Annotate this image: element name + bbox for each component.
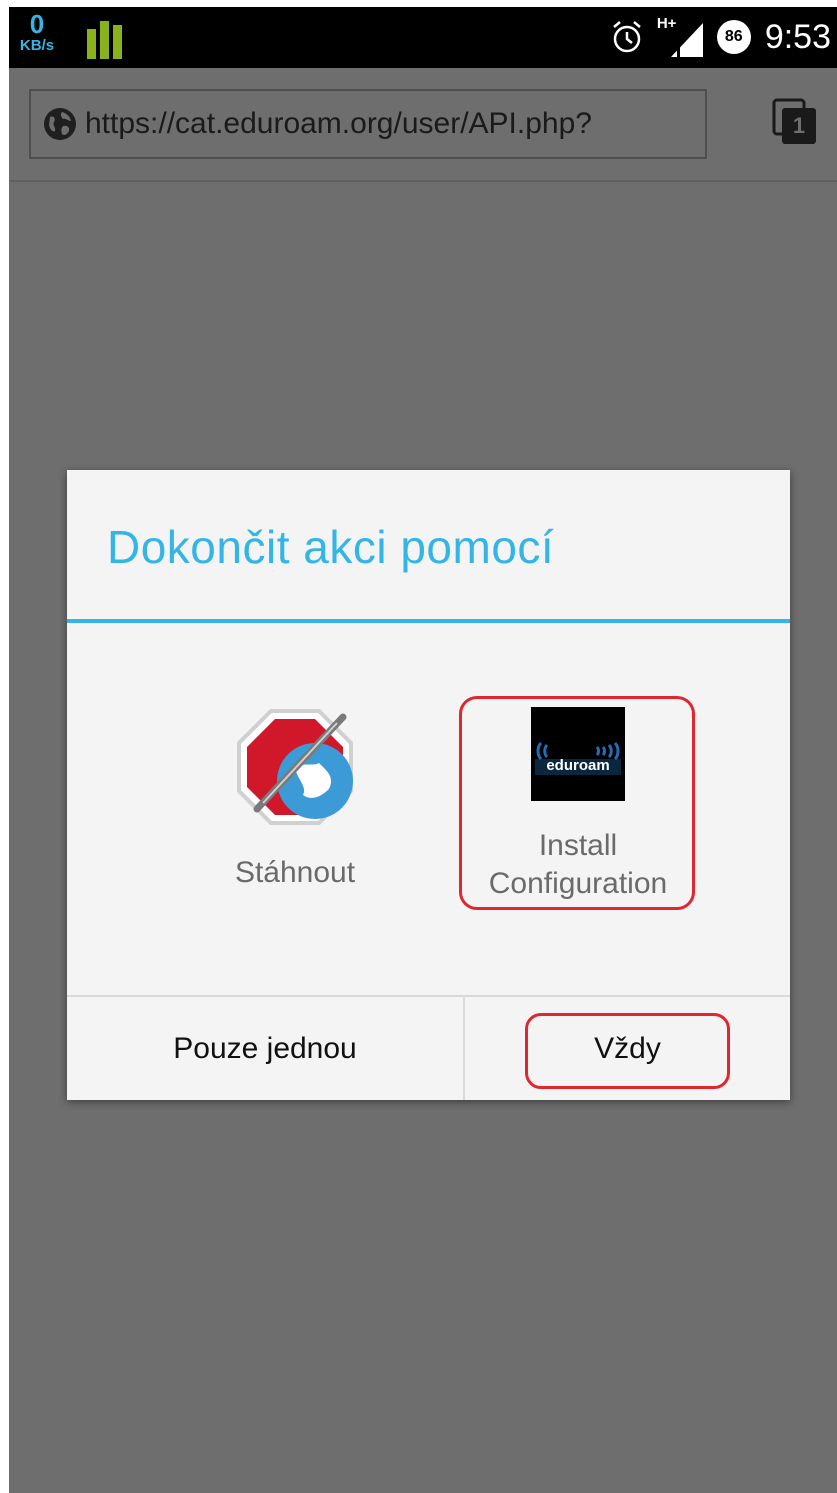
dialog-title: Dokončit akci pomocí [107, 521, 555, 573]
adblock-browser-icon [237, 709, 353, 825]
title-divider [67, 619, 790, 623]
clock: 9:53 [764, 17, 831, 56]
highlight-annotation-install [459, 696, 695, 910]
network-speed: 0 KB/s [17, 11, 57, 55]
data-usage-icon [87, 21, 123, 59]
url-text: https://cat.eduroam.org/user/API.php? [85, 107, 592, 140]
globe-icon [44, 108, 76, 140]
phone-screen: 0 KB/s H+ 86 9:53 https://cat.eduroam.or… [9, 7, 837, 1493]
app-option-stahnout[interactable]: Stáhnout [195, 705, 395, 892]
tabs-button[interactable]: 1 [772, 98, 818, 146]
complete-action-dialog: Dokončit akci pomocí Stáhnout eduroam In… [67, 470, 790, 1100]
highlight-annotation-always [525, 1013, 730, 1089]
status-bar: 0 KB/s H+ 86 9:53 [9, 7, 837, 68]
battery-icon: 86 [716, 20, 751, 54]
tab-count: 1 [792, 113, 806, 138]
just-once-button[interactable]: Pouze jednou [67, 997, 463, 1100]
url-field[interactable]: https://cat.eduroam.org/user/API.php? [29, 89, 707, 159]
app-label-stahnout: Stáhnout [234, 856, 356, 889]
status-icons: H+ 86 9:53 [611, 15, 831, 59]
signal-icon: H+ [657, 15, 703, 57]
network-speed-value: 0 [29, 9, 45, 39]
network-speed-unit: KB/s [19, 37, 55, 54]
browser-toolbar: https://cat.eduroam.org/user/API.php? 1 [9, 68, 837, 182]
battery-level: 86 [724, 28, 743, 45]
alarm-icon [613, 21, 641, 53]
